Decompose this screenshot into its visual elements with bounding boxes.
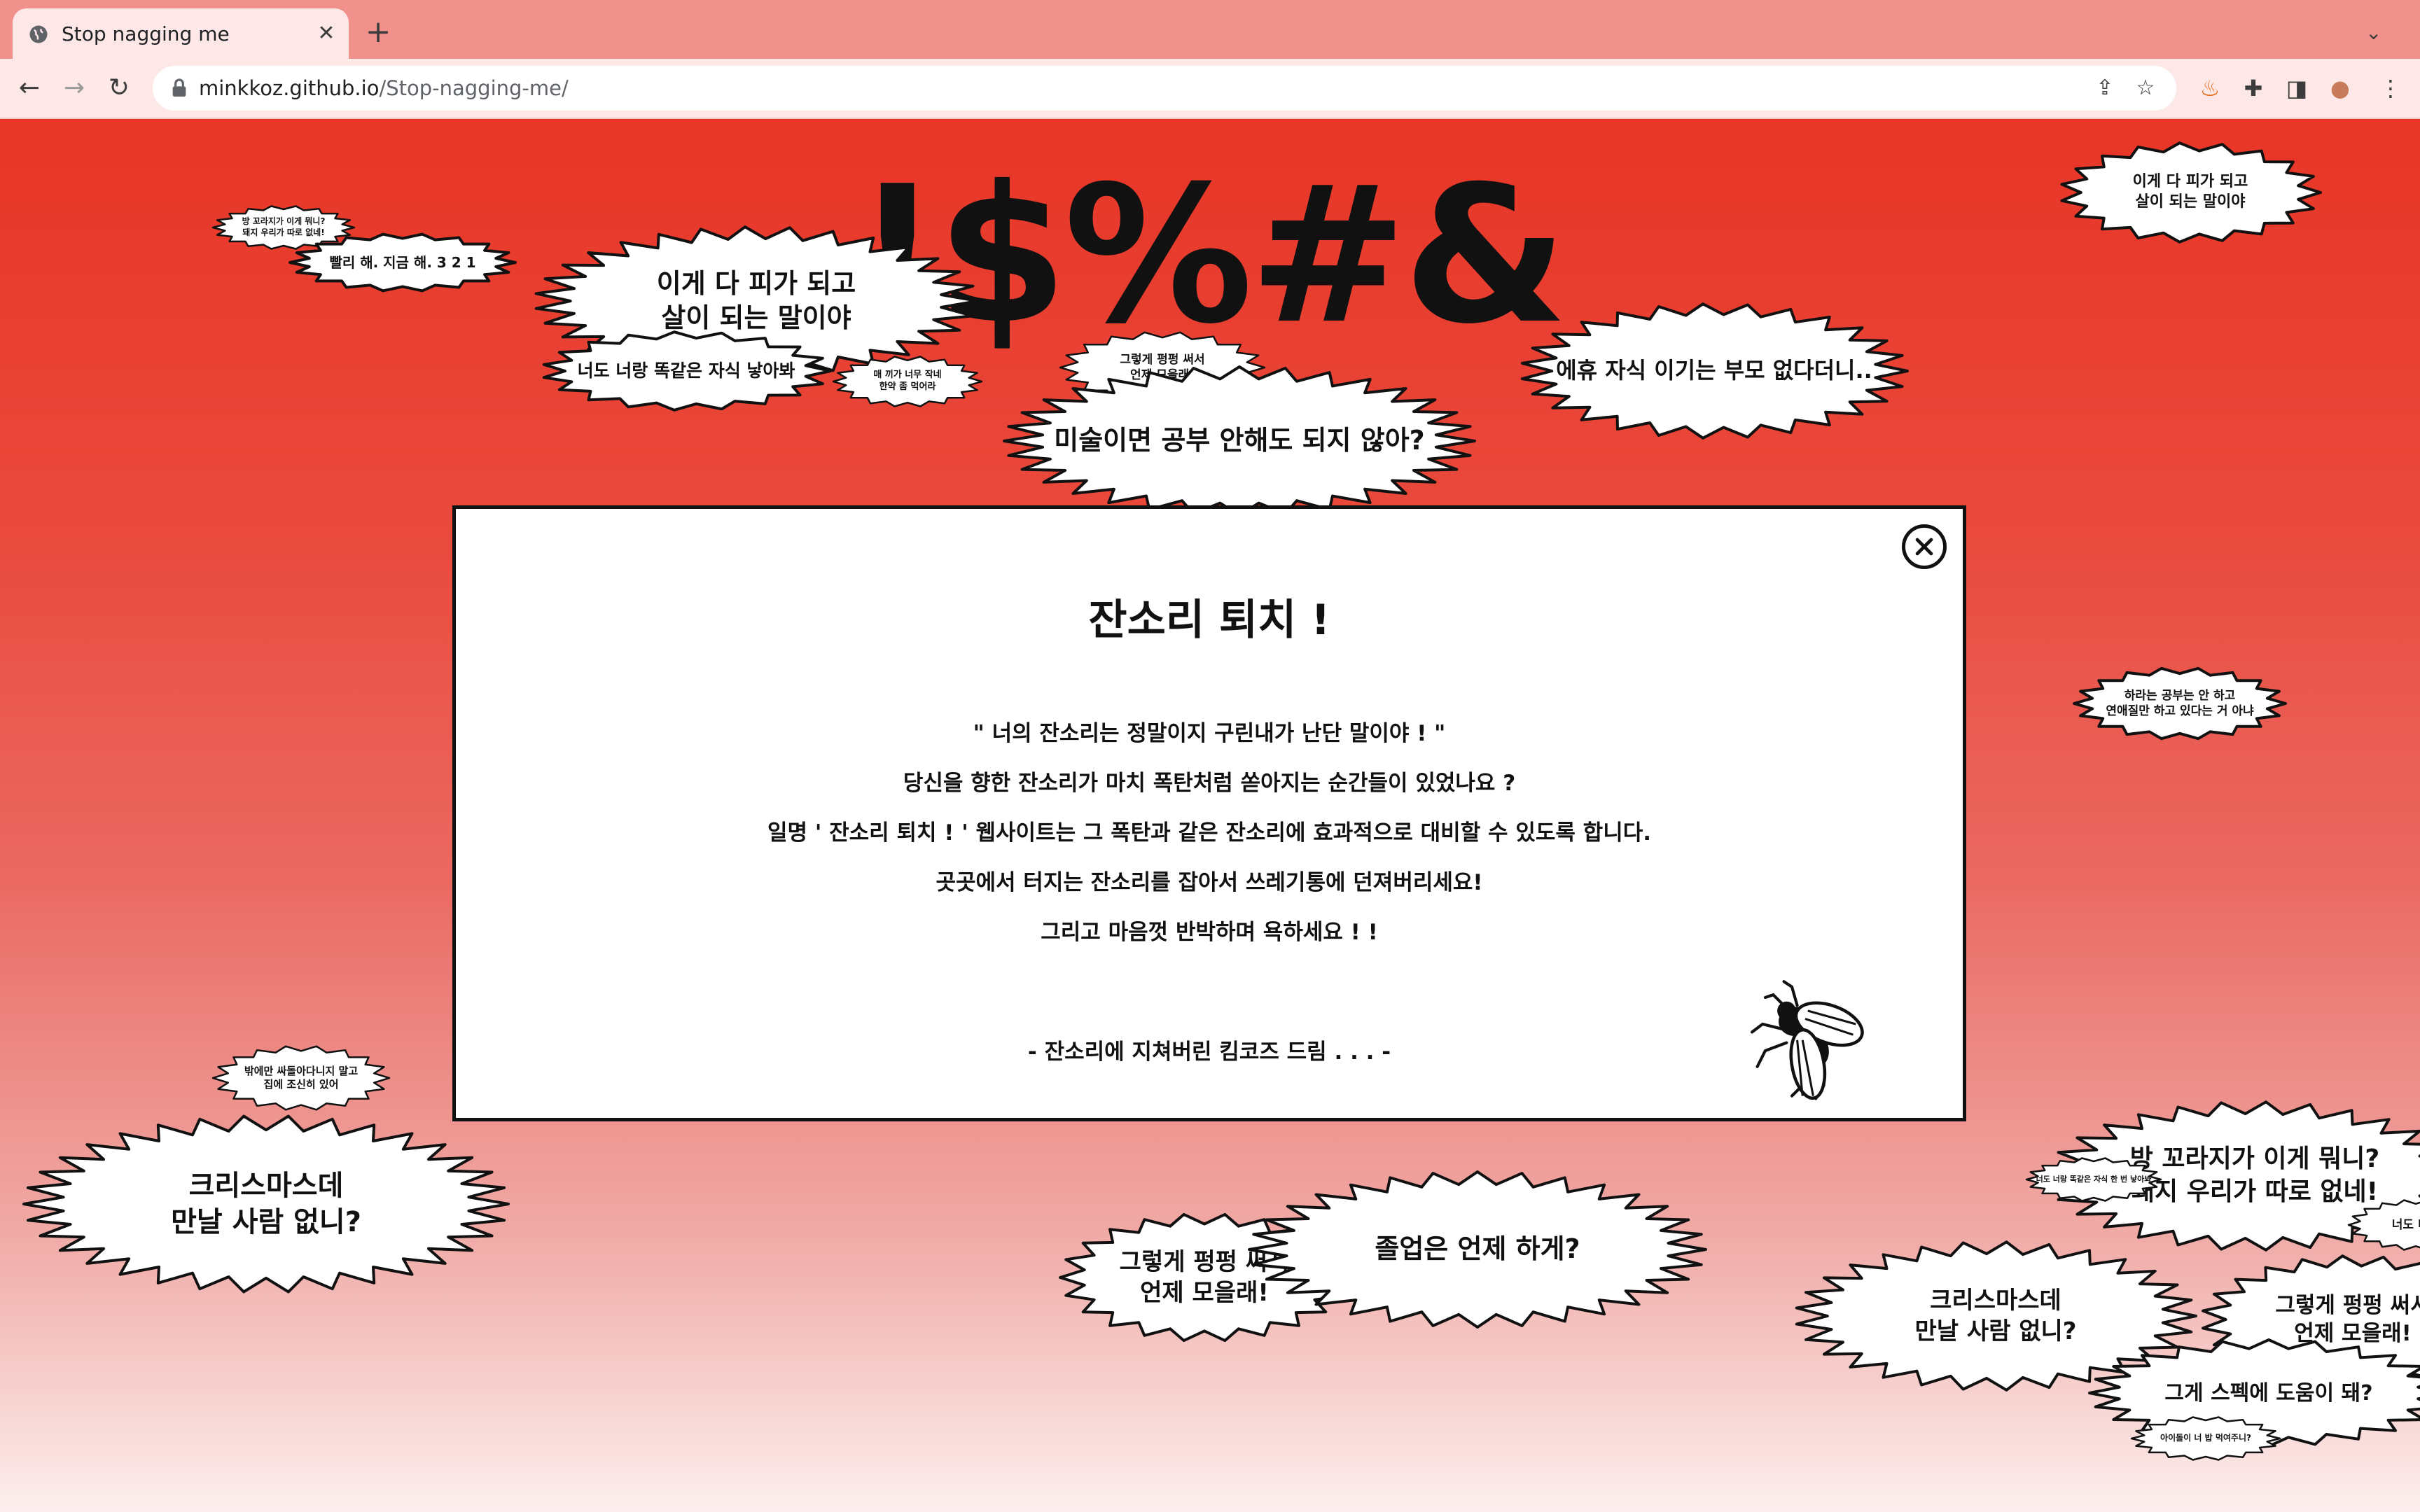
nag-bubble-text: 이게 다 피가 되고 살이 되는 말이야 xyxy=(2132,173,2248,211)
kebab-menu-icon[interactable]: ⋮ xyxy=(2374,71,2407,105)
nag-bubble[interactable]: 이게 다 피가 되고 살이 되는 말이야 xyxy=(2057,140,2323,245)
chevron-down-icon[interactable]: ⌄ xyxy=(2365,21,2381,44)
intro-modal: 잔소리 퇴치 ! " 너의 잔소리는 정말이지 구린내가 난단 말이야 ! " … xyxy=(452,505,1966,1121)
nag-bubble[interactable]: 너도 너랑 똑같은 자식 한 번 낳아봐 xyxy=(2024,1155,2164,1204)
share-icon[interactable]: ⇪ xyxy=(2091,74,2119,102)
profile-avatar-icon[interactable]: ● xyxy=(2323,71,2357,105)
modal-line: 그리고 마음껏 반박하며 욕하세요 ! ! xyxy=(1041,920,1378,945)
browser-toolbar: ← → ↻ minkkoz.github.io/Stop-nagging-me/… xyxy=(0,59,2420,119)
bookmark-star-icon[interactable]: ☆ xyxy=(2132,74,2160,102)
nag-bubble[interactable]: 너도 너랑 xyxy=(2346,1197,2420,1253)
browser-tab[interactable]: Stop nagging me ✕ xyxy=(13,8,349,59)
page-content: !$%#& 방 꼬라지가 이게 뭐니? 돼지 우리가 따로 없네! 빨리 해. … xyxy=(0,119,2420,1512)
fire-extension-icon[interactable]: ♨ xyxy=(2193,71,2227,105)
close-icon[interactable]: ✕ xyxy=(315,22,338,45)
lock-icon xyxy=(172,78,186,97)
reload-icon[interactable]: ↻ xyxy=(102,71,136,105)
modal-line: 곳곳에서 터지는 잔소리를 잡아서 쓰레기통에 던져버리세요! xyxy=(936,870,1483,895)
nag-bubble-text: 매 끼가 너무 작네 한약 좀 먹어라 xyxy=(873,370,942,392)
nag-bubble[interactable]: 빨리 해. 지금 해. 3 2 1 xyxy=(287,231,518,294)
tab-title: Stop nagging me xyxy=(62,22,230,46)
nag-bubble-text: 하라는 공부는 안 하고 연애질만 하고 있다는 거 아냐 xyxy=(2106,688,2254,718)
nag-bubble[interactable]: 매 끼가 너무 작네 한약 좀 먹어라 xyxy=(830,354,985,410)
nag-bubble-text: 미술이면 공부 안해도 되지 않아? xyxy=(1054,425,1425,456)
nag-bubble[interactable]: 너도 너랑 똑같은 자식 낳아봐 xyxy=(539,329,833,413)
nag-bubble[interactable]: 미술이면 공부 안해도 되지 않아? xyxy=(1001,364,1477,518)
close-x-glyph xyxy=(1915,538,1933,556)
nag-bubble[interactable]: 밖에만 싸돌아다니지 말고 집에 조신히 있어 xyxy=(210,1043,392,1113)
address-bar[interactable]: minkkoz.github.io/Stop-nagging-me/ ⇪ ☆ xyxy=(153,66,2176,111)
nag-bubble-text: 밖에만 싸돌아다니지 말고 집에 조신히 있어 xyxy=(244,1064,359,1091)
close-icon[interactable] xyxy=(1902,524,1947,569)
nag-bubble-text: 에휴 자식 이기는 부모 없다더니.. xyxy=(1556,357,1872,384)
modal-line: " 너의 잔소리는 정말이지 구린내가 난단 말이야 ! " xyxy=(973,721,1446,746)
nag-bubble[interactable]: 에휴 자식 이기는 부모 없다더니.. xyxy=(1518,301,1910,441)
forward-arrow-icon[interactable]: → xyxy=(57,71,91,105)
fly-icon xyxy=(1750,980,1864,1100)
nag-bubble[interactable]: 졸업은 언제 하게? xyxy=(1246,1169,1709,1330)
sidepanel-icon[interactable]: ◨ xyxy=(2280,71,2314,105)
nag-bubble-text: 크리스마스데 만날 사람 없니? xyxy=(171,1170,361,1238)
back-arrow-icon[interactable]: ← xyxy=(13,71,46,105)
modal-line: 당신을 향한 잔소리가 마치 폭탄처럼 쏟아지는 순간들이 있었나요 ? xyxy=(903,771,1516,796)
modal-title: 잔소리 퇴치 ! xyxy=(1088,596,1330,645)
url-host: minkkoz.github.io xyxy=(199,76,380,100)
puzzle-extensions-icon[interactable]: ✚ xyxy=(2237,71,2270,105)
globe-icon xyxy=(29,25,48,43)
nag-bubble[interactable]: 아이돌이 너 밥 먹여주니? xyxy=(2129,1414,2283,1463)
modal-line: 일명 ' 잔소리 퇴치 ! ' 웹사이트는 그 폭탄과 같은 잔소리에 효과적으… xyxy=(767,820,1652,846)
url-path: /Stop-nagging-me/ xyxy=(379,76,569,100)
nag-bubble-text: 아이돌이 너 밥 먹여주니? xyxy=(2160,1433,2251,1443)
nag-bubble[interactable]: 크리스마스데 만날 사람 없니? xyxy=(21,1113,511,1295)
nag-bubble-text: 너도 너랑 똑같은 자식 낳아봐 xyxy=(577,360,795,381)
nag-bubble-text: 졸업은 언제 하게? xyxy=(1375,1233,1580,1265)
url-text: minkkoz.github.io/Stop-nagging-me/ xyxy=(199,76,569,100)
nag-bubble-text: 너도 너랑 똑같은 자식 한 번 낳아봐 xyxy=(2036,1174,2152,1184)
nag-bubble-text: 너도 너랑 xyxy=(2391,1217,2420,1232)
modal-signature: - 잔소리에 지쳐버린 킴코즈 드림 . . . - xyxy=(1027,1040,1391,1065)
plus-icon[interactable]: + xyxy=(363,17,394,49)
nag-bubble[interactable]: 하라는 공부는 안 하고 연애질만 하고 있다는 거 아냐 xyxy=(2071,665,2288,742)
nag-bubble-text: 빨리 해. 지금 해. 3 2 1 xyxy=(329,254,476,271)
tab-strip: Stop nagging me ✕ + ⌄ xyxy=(0,0,2420,59)
